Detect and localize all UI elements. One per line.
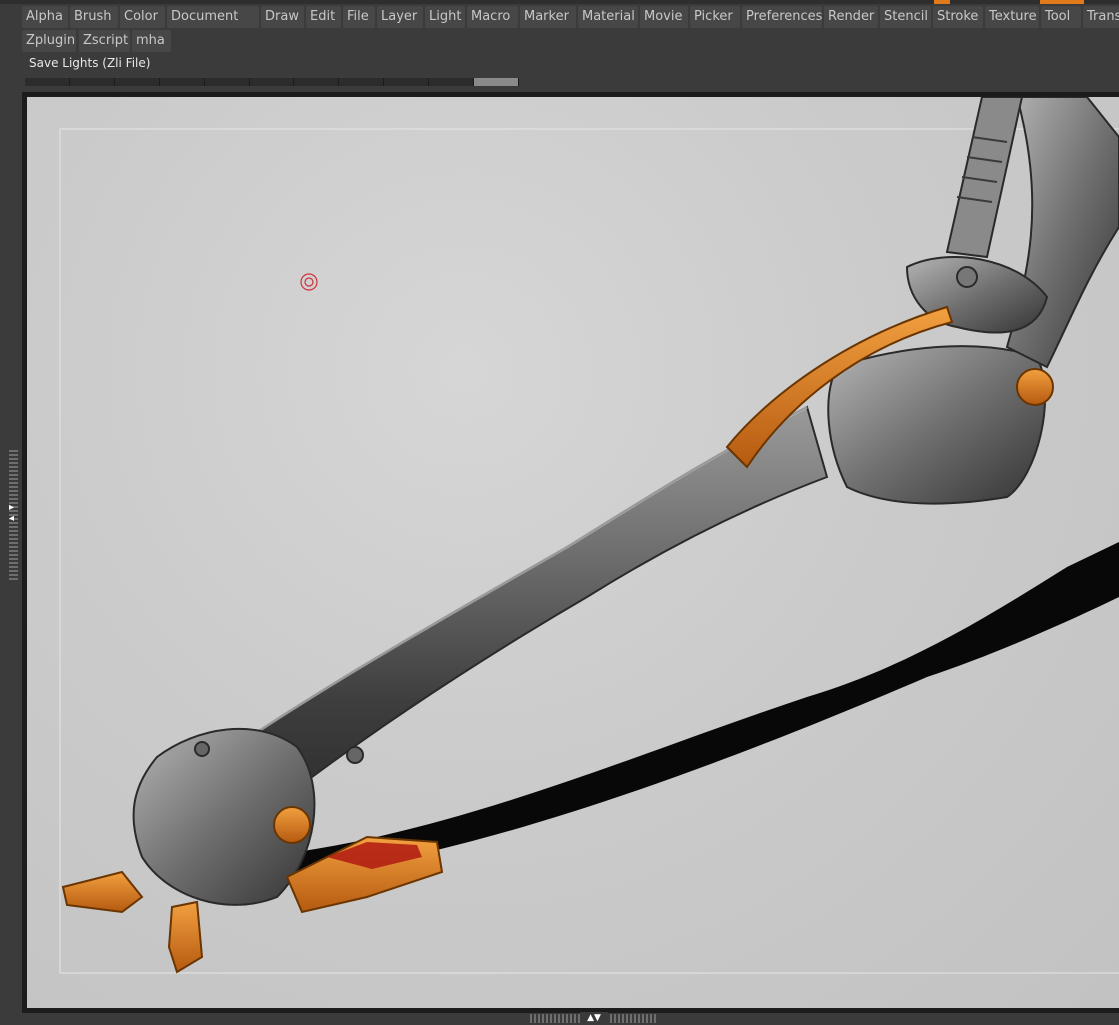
derailleur-hanger-orange <box>61 870 144 914</box>
rear-shock <box>945 97 1024 259</box>
collapse-arrow-icon[interactable]: ▸ ◂ <box>9 502 19 524</box>
bike-frame-render <box>59 97 1119 974</box>
segment-cell[interactable] <box>339 78 385 86</box>
menu-layer[interactable]: Layer <box>377 6 423 28</box>
menu-marker[interactable]: Marker <box>520 6 576 28</box>
top-accent-marker <box>1040 0 1084 4</box>
menu-render[interactable]: Render <box>824 6 878 28</box>
menu-document[interactable]: Document <box>167 6 259 28</box>
tube-bolt <box>346 746 364 764</box>
segment-cell[interactable] <box>474 78 519 86</box>
menu-preferences[interactable]: Preferences <box>742 6 822 28</box>
menu-macro[interactable]: Macro <box>467 6 518 28</box>
menu-tool[interactable]: Tool <box>1041 6 1081 28</box>
link-bolt <box>956 266 978 288</box>
menu-transform[interactable]: Transform <box>1083 6 1119 28</box>
segment-cell[interactable] <box>429 78 475 86</box>
status-tooltip: Save Lights (Zli File) <box>29 56 151 70</box>
expand-arrows-icon[interactable]: ▲▼ <box>580 1012 608 1024</box>
segment-cell[interactable] <box>69 78 115 86</box>
menu-material[interactable]: Material <box>578 6 638 28</box>
target-cursor-icon <box>300 273 318 291</box>
segment-progress-bar[interactable] <box>25 78 519 86</box>
menu-texture[interactable]: Texture <box>985 6 1039 28</box>
menu-zscript[interactable]: Zscript <box>79 30 130 52</box>
menu-draw[interactable]: Draw <box>261 6 304 28</box>
menu-zplugin[interactable]: Zplugin <box>22 30 76 52</box>
top-strip <box>0 0 1119 4</box>
menu-light[interactable]: Light <box>425 6 465 28</box>
menu-alpha[interactable]: Alpha <box>22 6 68 28</box>
zbrush-window: Alpha Brush Color Document Draw Edit Fil… <box>0 0 1119 1025</box>
menu-stroke[interactable]: Stroke <box>933 6 983 28</box>
menu-color[interactable]: Color <box>120 6 165 28</box>
segment-cell[interactable] <box>204 78 250 86</box>
segment-cell[interactable] <box>384 78 430 86</box>
menu-edit[interactable]: Edit <box>306 6 341 28</box>
menu-picker[interactable]: Picker <box>690 6 740 28</box>
segment-cell[interactable] <box>25 78 70 86</box>
axle-bolt-orange <box>273 806 311 844</box>
menu-mha[interactable]: mha <box>132 30 171 52</box>
document-canvas[interactable] <box>27 97 1119 1008</box>
top-accent-marker <box>934 0 950 4</box>
menu-stencil[interactable]: Stencil <box>880 6 931 28</box>
pivot-bolt-orange <box>1016 368 1054 406</box>
dropout-bolt <box>194 741 210 757</box>
segment-cell[interactable] <box>159 78 205 86</box>
menu-file[interactable]: File <box>343 6 375 28</box>
segment-cell[interactable] <box>294 78 340 86</box>
menu-brush[interactable]: Brush <box>70 6 118 28</box>
dropout-tab-orange <box>167 900 204 974</box>
menu-movie[interactable]: Movie <box>640 6 688 28</box>
segment-cell[interactable] <box>114 78 160 86</box>
menu-bar: Alpha Brush Color Document Draw Edit Fil… <box>22 6 1119 54</box>
pivot-housing <box>827 345 1046 505</box>
segment-cell[interactable] <box>249 78 295 86</box>
